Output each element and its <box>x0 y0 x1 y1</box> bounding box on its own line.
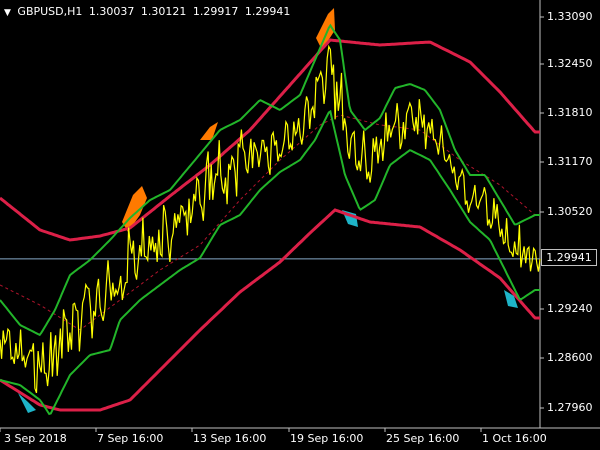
y-tick-label: 1.32450 <box>547 57 593 70</box>
ohlc-open: 1.30037 <box>88 5 135 18</box>
y-tick-label: 1.30520 <box>547 205 593 218</box>
middle-line <box>0 114 540 331</box>
chart-header: ▼ GBPUSD,H1 1.30037 1.30121 1.29917 1.29… <box>4 5 293 18</box>
x-tick-label: 7 Sep 16:00 <box>97 432 164 445</box>
ohlc-high: 1.30121 <box>140 5 187 18</box>
chart-window[interactable]: ▼ GBPUSD,H1 1.30037 1.30121 1.29917 1.29… <box>0 0 600 450</box>
upper-outer-band <box>0 38 540 242</box>
x-tick-label: 25 Sep 16:00 <box>386 432 460 445</box>
x-tick-label: 1 Oct 16:00 <box>482 432 547 445</box>
ohlc-low: 1.29917 <box>192 5 239 18</box>
x-tick-label: 19 Sep 16:00 <box>290 432 364 445</box>
price-plot[interactable] <box>0 0 600 450</box>
y-tick-label: 1.29240 <box>547 302 593 315</box>
header-arrow-icon: ▼ <box>4 8 11 18</box>
ohlc-close: 1.29941 <box>244 5 291 18</box>
y-tick-label: 1.31170 <box>547 155 593 168</box>
x-tick-label: 13 Sep 16:00 <box>193 432 267 445</box>
x-tick-label: 3 Sep 2018 <box>4 432 67 445</box>
y-tick-label: 1.27960 <box>547 401 593 414</box>
signal-up-fill <box>200 122 218 140</box>
y-tick-label: 1.31810 <box>547 106 593 119</box>
current-price-label: 1.29941 <box>541 249 597 266</box>
price-line <box>0 44 541 394</box>
symbol-timeframe: GBPUSD,H1 <box>17 5 83 18</box>
y-tick-label: 1.28600 <box>547 351 593 364</box>
y-tick-label: 1.33090 <box>547 10 593 23</box>
